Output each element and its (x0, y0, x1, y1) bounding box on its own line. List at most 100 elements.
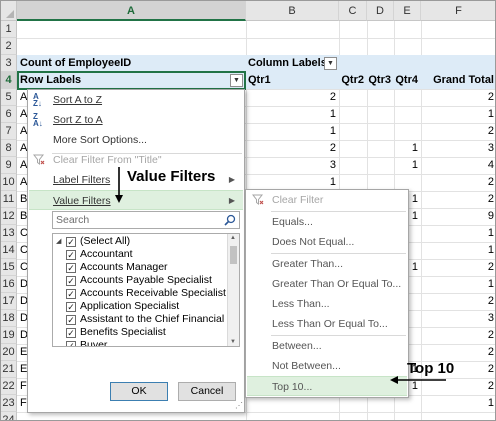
row-header[interactable]: 14 (1, 242, 17, 259)
pivot-total-value[interactable]: 2 (421, 259, 495, 276)
row-header[interactable]: 13 (1, 225, 17, 242)
column-header-a[interactable]: A (17, 1, 246, 21)
row-header[interactable]: 1 (1, 21, 17, 38)
pivot-total-value[interactable]: 1 (421, 106, 495, 123)
pivot-total-value[interactable]: 3 (421, 140, 495, 157)
collapse-icon[interactable]: ◢ (56, 237, 61, 245)
resize-grip-icon[interactable]: ⋰ (235, 401, 243, 410)
ok-button[interactable]: OK (110, 382, 168, 401)
row-header[interactable]: 9 (1, 157, 17, 174)
row-header[interactable]: 16 (1, 276, 17, 293)
pivot-qtr1-value[interactable]: 1 (246, 123, 339, 140)
row-header[interactable]: 12 (1, 208, 17, 225)
pivot-qtr4-value[interactable] (394, 89, 421, 106)
count-label[interactable]: Count of EmployeeID (20, 55, 131, 72)
pivot-qtr1-value[interactable]: 3 (246, 157, 339, 174)
excel-sheet: A B C D E F 1 2 3 4 5 6 7 8 9 10 11 12 13 14 15 16 17 18 1… (0, 0, 496, 421)
pivot-total-value[interactable]: 2 (421, 344, 495, 361)
vertical-scrollbar[interactable]: ▲ ▼ (227, 234, 239, 346)
filter-top-10[interactable]: Top 10... (247, 376, 407, 396)
pivot-total-value[interactable]: 2 (421, 191, 495, 208)
pivot-total-value[interactable]: 1 (421, 276, 495, 293)
column-header-b[interactable]: B (246, 1, 339, 21)
filter-less-than-or-equal[interactable]: Less Than Or Equal To... (247, 314, 407, 334)
qtr1-header[interactable]: Qtr1 (248, 72, 271, 89)
row-header[interactable]: 23 (1, 395, 17, 412)
filter-equals[interactable]: Equals... (247, 212, 407, 232)
row-header[interactable]: 18 (1, 310, 17, 327)
cancel-button[interactable]: Cancel (178, 382, 236, 401)
row-labels-dropdown[interactable]: ▼ (230, 74, 243, 87)
select-all-corner[interactable] (1, 1, 17, 21)
row-labels[interactable]: Row Labels (20, 72, 81, 89)
row-header[interactable]: 20 (1, 344, 17, 361)
checkbox[interactable]: ✓ (66, 250, 76, 260)
pivot-total-value[interactable]: 2 (421, 89, 495, 106)
row-header[interactable]: 22 (1, 378, 17, 395)
pivot-total-value[interactable]: 2 (421, 327, 495, 344)
row-header[interactable]: 3 (1, 55, 17, 72)
filter-between[interactable]: Between... (247, 336, 407, 356)
grand-total-header[interactable]: Grand Total (421, 72, 495, 89)
filter-greater-than[interactable]: Greater Than... (247, 254, 407, 274)
pivot-qtr4-value[interactable]: 1 (394, 140, 421, 157)
pivot-qtr1-value[interactable]: 1 (246, 106, 339, 123)
filter-less-than[interactable]: Less Than... (247, 294, 407, 314)
row-header[interactable]: 15 (1, 259, 17, 276)
pivot-total-value[interactable]: 4 (421, 157, 495, 174)
row-header[interactable]: 2 (1, 38, 17, 55)
qtr2-header[interactable]: Qtr2 (339, 72, 367, 89)
pivot-qtr1-value[interactable]: 2 (246, 89, 339, 106)
pivot-total-value[interactable]: 2 (421, 293, 495, 310)
checkbox[interactable]: ✓ (66, 276, 76, 286)
pivot-total-value[interactable]: 1 (421, 242, 495, 259)
column-labels-dropdown[interactable]: ▼ (324, 57, 337, 70)
pivot-qtr4-value[interactable]: 1 (394, 157, 421, 174)
scroll-up-icon[interactable]: ▲ (230, 235, 236, 241)
checkbox[interactable]: ✓ (66, 302, 76, 312)
pivot-total-value[interactable]: 2 (421, 123, 495, 140)
qtr3-header[interactable]: Qtr3 (367, 72, 394, 89)
column-header-c[interactable]: C (339, 1, 367, 21)
pivot-total-value[interactable]: 1 (421, 225, 495, 242)
pivot-total-value[interactable]: 1 (421, 395, 495, 412)
pivot-qtr1-value[interactable]: 2 (246, 140, 339, 157)
checkbox[interactable]: ✓ (66, 328, 76, 338)
checkbox[interactable]: ✓ (66, 237, 76, 247)
pivot-total-value[interactable]: 2 (421, 174, 495, 191)
filter-greater-than-or-equal[interactable]: Greater Than Or Equal To... (247, 274, 407, 294)
row-header[interactable]: 24 (1, 412, 17, 420)
column-header-d[interactable]: D (367, 1, 394, 21)
row-header[interactable]: 8 (1, 140, 17, 157)
checkbox[interactable]: ✓ (66, 263, 76, 273)
more-sort-options[interactable]: More Sort Options... (29, 130, 243, 150)
column-header-e[interactable]: E (394, 1, 421, 21)
row-header[interactable]: 19 (1, 327, 17, 344)
row-header[interactable]: 6 (1, 106, 17, 123)
sort-a-to-z[interactable]: A Z↓ Sort A to Z (29, 90, 243, 110)
qtr4-header[interactable]: Qtr4 (394, 72, 421, 89)
checkbox[interactable]: ✓ (66, 315, 76, 325)
row-header[interactable]: 17 (1, 293, 17, 310)
scroll-thumb[interactable] (230, 246, 237, 264)
scroll-down-icon[interactable]: ▼ (230, 339, 236, 345)
filter-not-between[interactable]: Not Between... (247, 356, 407, 376)
row-header[interactable]: 5 (1, 89, 17, 106)
pivot-qtr4-value[interactable] (394, 106, 421, 123)
sort-z-to-a[interactable]: Z A↓ Sort Z to A (29, 110, 243, 130)
pivot-total-value[interactable]: 9 (421, 208, 495, 225)
column-header-f[interactable]: F (421, 1, 495, 21)
column-labels[interactable]: Column Labels (248, 55, 327, 72)
filter-does-not-equal[interactable]: Does Not Equal... (247, 232, 407, 252)
row-header[interactable]: 10 (1, 174, 17, 191)
pivot-total-value[interactable]: 3 (421, 310, 495, 327)
row-header[interactable]: 7 (1, 123, 17, 140)
row-header[interactable]: 21 (1, 361, 17, 378)
row-header[interactable]: 4 (1, 72, 17, 89)
checkbox[interactable]: ✓ (66, 289, 76, 299)
row-header[interactable]: 11 (1, 191, 17, 208)
search-input[interactable]: Search (52, 211, 240, 229)
checkbox[interactable]: ✓ (66, 341, 76, 346)
value-filters[interactable]: Value Filters ▶ (29, 190, 243, 210)
pivot-qtr4-value[interactable] (394, 123, 421, 140)
